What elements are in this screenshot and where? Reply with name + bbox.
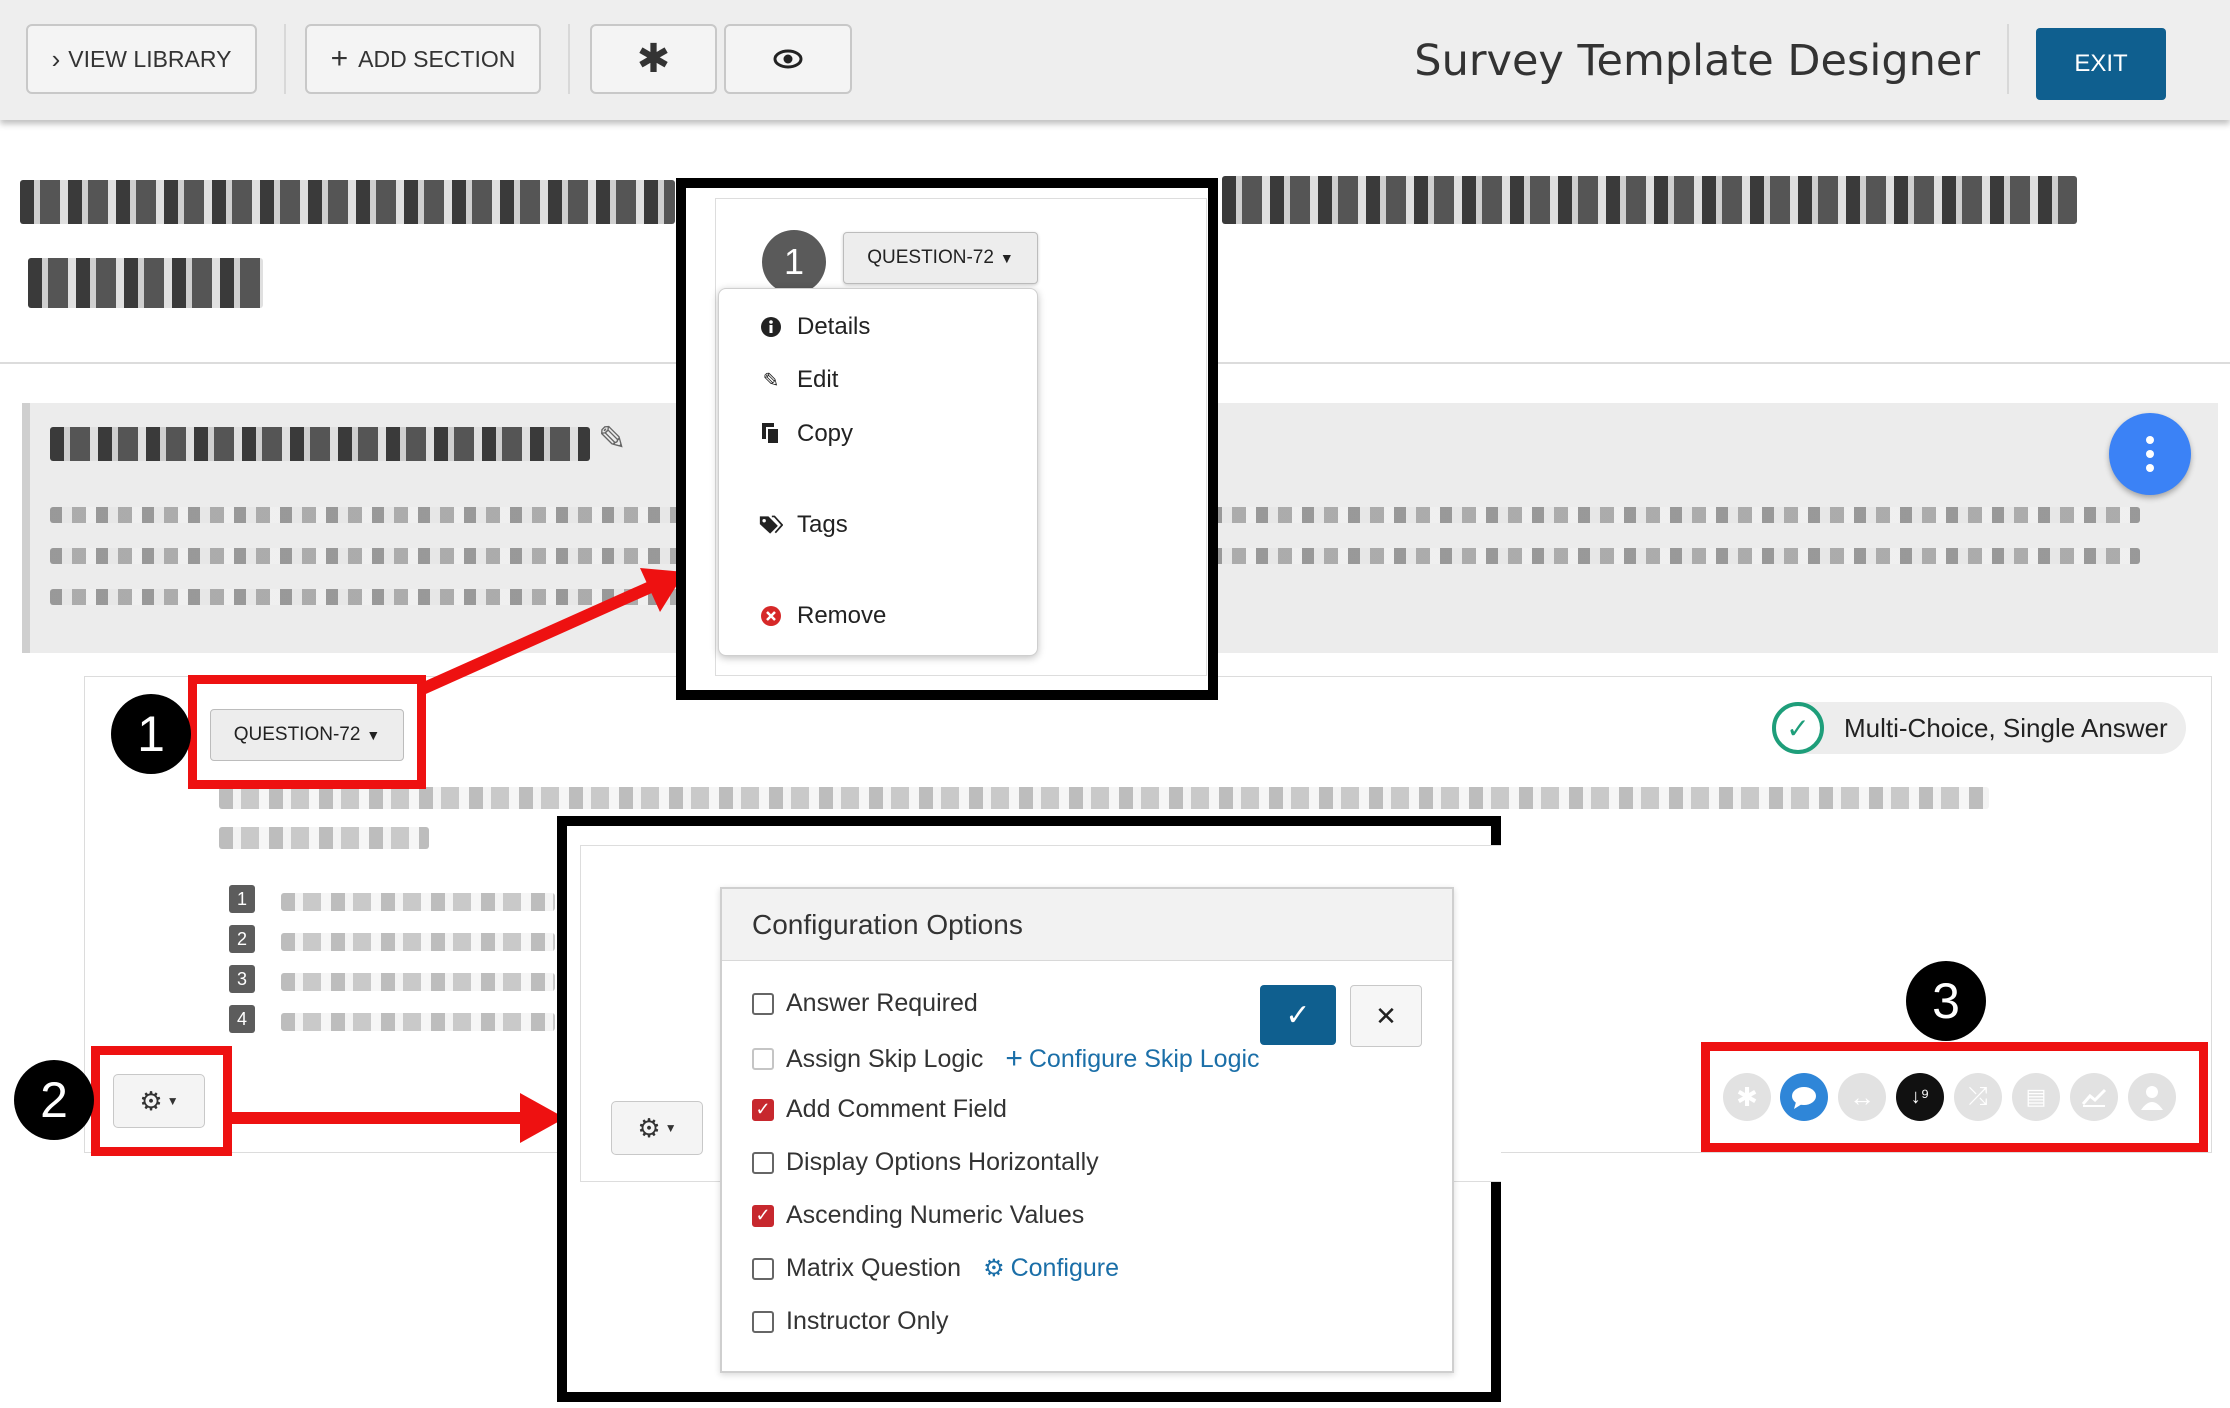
copy-icon: [759, 422, 783, 446]
option-matrix-question[interactable]: Matrix Question ⚙ Configure: [752, 1254, 1119, 1283]
question-badge-dropdown-open[interactable]: QUESTION-72 ▼: [843, 232, 1038, 284]
add-comment-field-checkbox[interactable]: ✓: [752, 1098, 774, 1121]
gear-icon: ⚙: [983, 1255, 1005, 1282]
info-circle-icon: [759, 315, 783, 339]
configure-skip-logic-link[interactable]: + Configure Skip Logic: [1005, 1042, 1259, 1076]
menu-item-copy[interactable]: Copy: [759, 420, 853, 448]
option-display-horizontally[interactable]: Display Options Horizontally: [752, 1148, 1099, 1177]
question-actions-menu: Details ✎ Edit Copy Tags Remove: [718, 288, 1038, 656]
plus-icon: +: [1005, 1042, 1023, 1075]
menu-item-label: Copy: [797, 420, 854, 447]
remove-circle-icon: [759, 604, 783, 628]
option-instructor-only[interactable]: Instructor Only: [752, 1307, 949, 1336]
option-answer-required[interactable]: Answer Required: [752, 989, 978, 1018]
option-label: Answer Required: [786, 989, 978, 1017]
menu-item-label: Edit: [797, 366, 839, 393]
configure-matrix-link[interactable]: ⚙ Configure: [983, 1254, 1119, 1283]
menu-item-label: Details: [797, 313, 871, 340]
menu-item-edit[interactable]: ✎ Edit: [759, 366, 839, 394]
configuration-title: Configuration Options: [722, 889, 1452, 961]
option-label: Assign Skip Logic: [786, 1044, 984, 1073]
option-ascending-numeric-values[interactable]: ✓ Ascending Numeric Values: [752, 1201, 1084, 1230]
option-label: Matrix Question: [786, 1254, 962, 1282]
pencil-icon: ✎: [762, 369, 780, 392]
option-label: Add Comment Field: [786, 1095, 1007, 1123]
answer-required-checkbox[interactable]: [752, 992, 774, 1015]
option-add-comment-field[interactable]: ✓ Add Comment Field: [752, 1095, 1007, 1124]
option-assign-skip-logic[interactable]: Assign Skip Logic + Configure Skip Logic: [752, 1042, 1260, 1076]
menu-item-label: Remove: [797, 602, 887, 629]
menu-item-tags[interactable]: Tags: [759, 511, 848, 539]
ascending-numeric-values-checkbox[interactable]: ✓: [752, 1204, 774, 1227]
configuration-options-popover: Configuration Options ✓ ✕ Answer Require…: [720, 887, 1454, 1373]
gear-icon: ⚙: [637, 1112, 661, 1143]
caret-down-icon: ▼: [999, 250, 1014, 266]
menu-item-label: Tags: [797, 511, 848, 538]
confirm-button[interactable]: ✓: [1260, 985, 1336, 1045]
menu-item-remove[interactable]: Remove: [759, 602, 886, 630]
matrix-question-checkbox[interactable]: [752, 1257, 774, 1280]
option-label: Display Options Horizontally: [786, 1148, 1099, 1176]
menu-item-details[interactable]: Details: [759, 313, 870, 341]
cancel-button[interactable]: ✕: [1350, 985, 1422, 1047]
instructor-only-checkbox[interactable]: [752, 1310, 774, 1333]
configure-skip-logic-label: Configure Skip Logic: [1028, 1044, 1260, 1073]
configure-matrix-label: Configure: [1010, 1254, 1119, 1282]
check-icon: ✓: [1285, 998, 1311, 1032]
question-number-circle: 1: [762, 230, 826, 294]
caret-down-icon: ▼: [664, 1121, 677, 1135]
assign-skip-logic-checkbox[interactable]: [752, 1048, 774, 1070]
question-settings-button-open[interactable]: ⚙ ▼: [611, 1101, 703, 1155]
option-label: Ascending Numeric Values: [786, 1201, 1085, 1229]
option-label: Instructor Only: [786, 1307, 949, 1335]
tags-icon: [759, 513, 783, 537]
display-horizontally-checkbox[interactable]: [752, 1151, 774, 1174]
question-badge-label: QUESTION-72: [867, 247, 994, 268]
close-icon: ✕: [1375, 1000, 1397, 1031]
